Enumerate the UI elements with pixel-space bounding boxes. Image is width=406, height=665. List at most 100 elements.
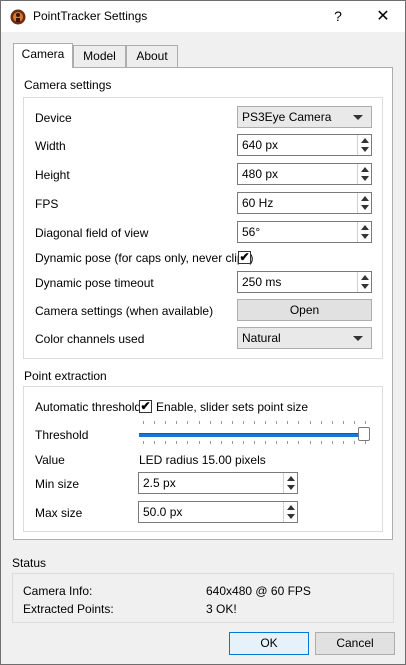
tab-about[interactable]: About <box>126 45 178 67</box>
slider-tick <box>187 441 189 444</box>
slider-tick <box>231 441 233 444</box>
dynamic-pose-timeout-value: 250 ms <box>242 275 282 289</box>
slider-tick <box>365 441 366 444</box>
slider-tick <box>287 441 289 444</box>
led-radius-value: LED radius 15.00 pixels <box>139 453 266 467</box>
camera-info-value: 640x480 @ 60 FPS <box>206 584 311 598</box>
point-extraction-group-title: Point extraction <box>24 369 107 383</box>
slider-tick <box>276 421 278 424</box>
slider-tick <box>176 441 178 444</box>
slider-tick <box>320 441 322 444</box>
tab-model[interactable]: Model <box>73 45 126 67</box>
max-size-label: Max size <box>35 506 83 520</box>
slider-tick <box>331 421 333 424</box>
slider-tick <box>320 421 322 424</box>
slider-tick <box>276 441 278 444</box>
slider-tick <box>254 421 255 424</box>
slider-tick <box>298 421 300 424</box>
color-channels-value: Natural <box>242 331 281 345</box>
slider-tick <box>365 421 366 424</box>
fps-spinbox[interactable]: 60 Hz <box>237 192 372 214</box>
color-channels-select[interactable]: Natural <box>237 327 372 349</box>
width-spinbox[interactable]: 640 px <box>237 134 372 156</box>
fov-value: 56° <box>242 225 261 239</box>
fov-spinbox[interactable]: 56° <box>237 221 372 243</box>
extracted-points-label: Extracted Points: <box>23 602 114 616</box>
spin-arrows-icon[interactable] <box>357 193 371 213</box>
dynamic-pose-checkbox[interactable]: ✔ <box>238 251 251 264</box>
auto-threshold-checkbox[interactable]: ✔ <box>139 400 152 413</box>
slider-tick <box>242 441 244 444</box>
min-size-label: Min size <box>35 477 80 491</box>
title-bar[interactable]: PointTracker Settings ? ✕ <box>1 1 405 32</box>
fps-label: FPS <box>35 197 59 211</box>
width-label: Width <box>35 139 66 153</box>
spin-arrows-icon[interactable] <box>283 502 297 522</box>
extracted-points-value: 3 OK! <box>206 602 237 616</box>
device-select[interactable]: PS3Eye Camera <box>237 106 372 128</box>
tab-camera[interactable]: Camera <box>13 43 73 68</box>
device-label: Device <box>35 111 72 125</box>
auto-threshold-label: Automatic threshold <box>35 400 142 414</box>
slider-tick <box>353 441 355 444</box>
close-button[interactable]: ✕ <box>363 1 403 32</box>
slider-tick <box>309 421 311 424</box>
slider-tick <box>242 421 244 424</box>
height-spinbox[interactable]: 480 px <box>237 163 372 185</box>
ok-button[interactable]: OK <box>229 632 309 655</box>
width-value: 640 px <box>242 138 279 152</box>
value-label: Value <box>35 453 65 467</box>
color-channels-label: Color channels used <box>35 332 145 346</box>
max-size-value: 50.0 px <box>143 505 183 519</box>
dynamic-pose-timeout-label: Dynamic pose timeout <box>35 276 154 290</box>
fov-label: Diagonal field of view <box>35 226 149 240</box>
threshold-label: Threshold <box>35 428 89 442</box>
slider-tick <box>143 421 144 424</box>
slider-tick <box>231 421 233 424</box>
dynamic-pose-timeout-spinbox[interactable]: 250 ms <box>237 271 372 293</box>
open-camera-settings-button[interactable]: Open <box>237 299 372 321</box>
camera-info-label: Camera Info: <box>23 584 93 598</box>
slider-tick <box>187 421 189 424</box>
device-select-value: PS3Eye Camera <box>242 110 332 124</box>
min-size-value: 2.5 px <box>143 476 176 490</box>
slider-tick <box>154 441 156 444</box>
chevron-down-icon <box>353 115 363 120</box>
auto-threshold-checkbox-text[interactable]: Enable, slider sets point size <box>156 400 308 414</box>
spin-arrows-icon[interactable] <box>357 164 371 184</box>
min-size-spinbox[interactable]: 2.5 px <box>138 472 298 494</box>
slider-tick <box>209 421 211 424</box>
height-label: Height <box>35 168 70 182</box>
slider-tick <box>198 441 200 444</box>
slider-tick <box>165 421 167 424</box>
fps-value: 60 Hz <box>242 196 274 210</box>
spin-arrows-icon[interactable] <box>283 473 297 493</box>
slider-tick <box>331 441 333 444</box>
app-icon <box>10 9 26 25</box>
help-button[interactable]: ? <box>323 1 353 32</box>
camera-settings-open-label: Camera settings (when available) <box>35 304 214 318</box>
dynamic-pose-label: Dynamic pose (for caps only, never clips… <box>35 251 254 265</box>
slider-tick <box>220 421 222 424</box>
slider-tick <box>265 421 267 424</box>
status-group-title: Status <box>12 556 47 570</box>
settings-window: PointTracker Settings ? ✕ Camera Model A… <box>0 0 406 665</box>
slider-tick <box>298 441 300 444</box>
window-title: PointTracker Settings <box>33 9 148 23</box>
slider-tick <box>254 441 255 444</box>
slider-tick <box>220 441 222 444</box>
cancel-button[interactable]: Cancel <box>315 632 395 655</box>
slider-tick <box>265 441 267 444</box>
slider-tick <box>143 441 144 444</box>
chevron-down-icon <box>353 336 363 341</box>
slider-tick <box>353 421 355 424</box>
height-value: 480 px <box>242 167 279 181</box>
slider-tick <box>309 441 311 444</box>
threshold-slider-handle[interactable] <box>358 427 370 441</box>
slider-tick <box>198 421 200 424</box>
spin-arrows-icon[interactable] <box>357 272 371 292</box>
max-size-spinbox[interactable]: 50.0 px <box>138 501 298 523</box>
spin-arrows-icon[interactable] <box>357 135 371 155</box>
threshold-slider[interactable] <box>139 433 365 437</box>
spin-arrows-icon[interactable] <box>357 222 371 242</box>
